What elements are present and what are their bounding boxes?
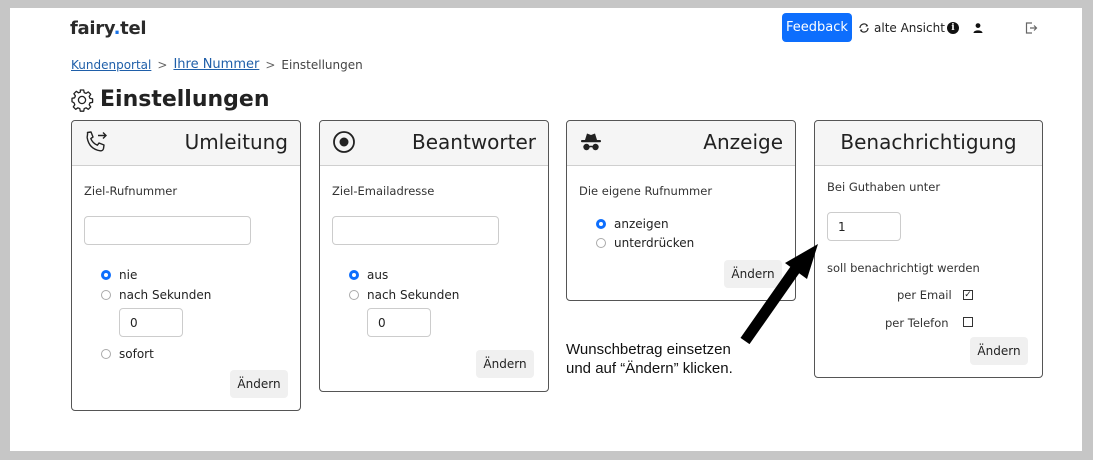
change-button[interactable]: Ändern — [724, 260, 782, 288]
field-label: Ziel-Emailadresse — [332, 184, 435, 198]
radio-aus[interactable]: aus — [349, 268, 388, 282]
card-header: Anzeige — [567, 121, 795, 166]
per-phone-checkbox[interactable] — [963, 317, 973, 327]
radio-sofort[interactable]: sofort — [101, 347, 154, 361]
per-phone-label: per Telefon — [885, 316, 949, 330]
feedback-button[interactable]: Feedback — [782, 13, 852, 42]
page-title: Einstellungen — [100, 87, 270, 112]
card-beantworter: Beantworter Ziel-Emailadresse aus nach S… — [319, 120, 549, 392]
breadcrumb: Kundenportal > Ihre Nummer > Einstellung… — [71, 57, 363, 72]
target-email-input[interactable] — [332, 216, 499, 245]
radio-label: nie — [119, 268, 138, 282]
field-label: Die eigene Rufnummer — [579, 184, 713, 198]
card-umleitung: Umleitung Ziel-Rufnummer nie nach Sekund… — [71, 120, 301, 411]
breadcrumb-kundenportal[interactable]: Kundenportal — [71, 58, 151, 72]
radio-nach-sekunden[interactable]: nach Sekunden — [101, 288, 211, 302]
card-header: Beantworter — [320, 121, 548, 166]
radio-button — [349, 290, 359, 300]
card-title: Beantworter — [412, 130, 536, 154]
card-title: Umleitung — [184, 130, 288, 154]
field-label: Ziel-Rufnummer — [84, 184, 178, 198]
breadcrumb-current: Einstellungen — [281, 57, 363, 72]
per-email-label: per Email — [897, 288, 952, 302]
radio-label: nach Sekunden — [119, 288, 212, 302]
notify-label: soll benachrichtigt werden — [827, 261, 980, 275]
annotation-text: Wunschbetrag einsetzen und auf “Ändern” … — [566, 340, 733, 378]
info-icon[interactable]: i — [947, 22, 959, 34]
radio-anzeigen[interactable]: anzeigen — [596, 217, 669, 231]
card-header: Umleitung — [72, 121, 300, 166]
breadcrumb-ihre-nummer[interactable]: Ihre Nummer — [173, 57, 259, 72]
radio-nie[interactable]: nie — [101, 268, 137, 282]
card-title: Benachrichtigung — [840, 130, 1017, 154]
seconds-input[interactable]: 0 — [119, 308, 183, 337]
change-button[interactable]: Ändern — [230, 370, 288, 398]
annotation-line: und auf “Ändern” klicken. — [566, 360, 733, 377]
radio-label: unterdrücken — [614, 236, 695, 250]
card-title: Anzeige — [703, 130, 783, 154]
change-button[interactable]: Ändern — [476, 350, 534, 378]
radio-label: aus — [367, 268, 389, 282]
target-number-input[interactable] — [84, 216, 251, 245]
logo-text-suffix: tel — [120, 18, 147, 39]
change-button[interactable]: Ändern — [970, 337, 1028, 365]
card-header: Benachrichtigung — [815, 121, 1042, 166]
radio-button — [101, 290, 111, 300]
radio-button — [101, 270, 111, 280]
card-benachrichtigung: Benachrichtigung Bei Guthaben unter 1 so… — [814, 120, 1043, 378]
radio-button — [596, 238, 606, 248]
logo-text-prefix: fairy — [70, 18, 114, 39]
sync-icon — [859, 23, 869, 33]
breadcrumb-separator: > — [157, 57, 168, 72]
radio-label: sofort — [119, 347, 154, 361]
page: fairy.tel Feedback alte Ansicht i Kunden… — [10, 8, 1082, 451]
gear-icon — [71, 88, 94, 112]
radio-label: nach Sekunden — [367, 288, 460, 302]
radio-nach-sekunden[interactable]: nach Sekunden — [349, 288, 459, 302]
annotation-line: Wunschbetrag einsetzen — [566, 341, 731, 358]
card-anzeige: Anzeige Die eigene Rufnummer anzeigen un… — [566, 120, 796, 301]
radio-label: anzeigen — [614, 217, 669, 231]
threshold-input[interactable]: 1 — [827, 212, 901, 241]
threshold-label: Bei Guthaben unter — [827, 180, 941, 194]
record-icon — [333, 131, 355, 153]
logo[interactable]: fairy.tel — [70, 18, 147, 39]
radio-button — [596, 219, 606, 229]
phone-forward-icon — [86, 131, 107, 152]
user-icon[interactable] — [972, 22, 984, 34]
radio-button — [349, 270, 359, 280]
breadcrumb-separator: > — [265, 57, 276, 72]
incognito-icon — [581, 133, 601, 151]
logout-icon[interactable] — [1024, 21, 1038, 35]
old-view-label: alte Ansicht — [874, 21, 945, 35]
per-email-checkbox[interactable]: ✓ — [963, 290, 973, 300]
radio-button — [101, 349, 111, 359]
old-view-link[interactable]: alte Ansicht — [858, 21, 945, 35]
page-title-row: Einstellungen — [70, 87, 270, 112]
seconds-input[interactable]: 0 — [367, 308, 431, 337]
radio-unterdruecken[interactable]: unterdrücken — [596, 236, 694, 250]
